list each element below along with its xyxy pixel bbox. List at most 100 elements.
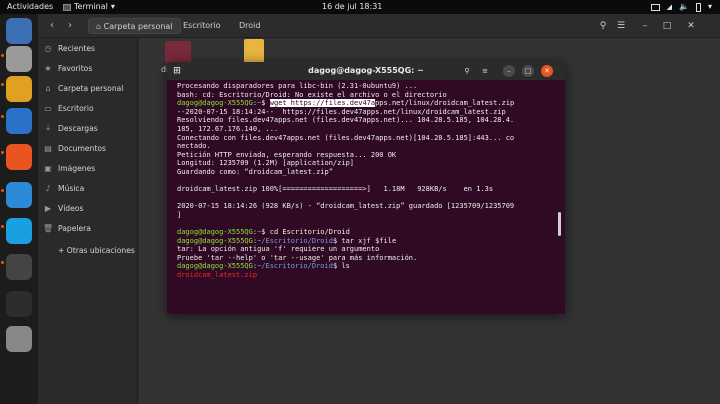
running-indicator xyxy=(1,225,4,228)
terminal-line: Guardando como: “droidcam_latest.zip” xyxy=(177,168,559,177)
minimize-icon[interactable]: – xyxy=(503,65,515,77)
new-tab-icon[interactable]: ⊞ xyxy=(171,65,183,77)
sidebar-item-label: Imágenes xyxy=(58,163,96,173)
terminal-title: dagog@dagog-X555QG: ~ xyxy=(308,66,424,75)
app-menu-label: Terminal xyxy=(74,2,108,11)
sidebar-item-label: Recientes xyxy=(58,43,95,53)
music-icon: ♪ xyxy=(45,183,51,193)
terminal-text: $ cd Escritorio/Droid xyxy=(261,228,350,237)
terminal-text: Procesando disparadores para libc-bin (2… xyxy=(177,82,418,90)
menu-icon[interactable]: ≡ xyxy=(479,65,491,77)
ubuntu-software-icon[interactable] xyxy=(6,144,32,170)
sidebar-item-label: Documentos xyxy=(58,143,106,153)
sidebar-item-label: Carpeta personal xyxy=(58,83,124,93)
terminal-text: dagog@dagog-X555QG xyxy=(177,99,253,108)
sidebar-item-label: Papelera xyxy=(58,223,91,233)
sidebar-item-label: Vídeos xyxy=(58,203,84,213)
search-icon[interactable]: ⚲ xyxy=(596,19,610,33)
close-icon[interactable]: ✕ xyxy=(541,65,553,77)
help-icon[interactable] xyxy=(6,182,32,208)
breadcrumb-home-label: Carpeta personal xyxy=(103,22,173,31)
battery-icon xyxy=(695,2,701,12)
sidebar-item-favoritos[interactable]: ★ Favoritos xyxy=(38,58,138,78)
download-icon: ⤓ xyxy=(46,123,50,132)
terminal-line: ] xyxy=(177,211,559,220)
breadcrumb-droid[interactable]: Droid xyxy=(232,18,267,34)
terminal-line: tar: La opción antigua 'f' requiere un a… xyxy=(177,245,559,254)
terminal-line: dagog@dagog-X555QG:~$ cd Escritorio/Droi… xyxy=(177,228,559,237)
dock xyxy=(0,14,38,404)
terminal-text: nectado. xyxy=(177,142,211,151)
sidebar-item-imagenes[interactable]: ▣ Imágenes xyxy=(38,158,138,178)
sidebar-item-musica[interactable]: ♪ Música xyxy=(38,178,138,198)
star-icon: ★ xyxy=(44,63,52,73)
terminal-output[interactable]: Procesando disparadores para libc-bin (2… xyxy=(177,82,559,280)
folder-icon[interactable] xyxy=(165,41,191,63)
terminal-line: Pruebe 'tar --help' o 'tar --usage' para… xyxy=(177,254,559,263)
zip-file-icon[interactable] xyxy=(244,39,264,63)
sidebar-item-documentos[interactable]: ▤ Documentos xyxy=(38,138,138,158)
app-menu[interactable]: Terminal ▾ xyxy=(63,0,115,14)
breadcrumb-home[interactable]: ⌂ Carpeta personal xyxy=(88,18,181,34)
chevron-down-icon: ▾ xyxy=(707,2,712,11)
breadcrumb-escritorio[interactable]: Escritorio xyxy=(176,18,228,34)
image-icon: ▣ xyxy=(44,163,52,173)
files-icon[interactable] xyxy=(6,46,32,72)
running-indicator xyxy=(1,189,4,192)
sidebar-item-papelera[interactable]: 🗑 Papelera xyxy=(38,218,138,238)
terminal-text: $ xyxy=(261,99,270,108)
libreoffice-writer-icon[interactable] xyxy=(6,108,32,134)
sidebar-item-recientes[interactable]: ◷ Recientes xyxy=(38,38,138,58)
sidebar-item-label: Música xyxy=(58,183,85,193)
terminal-text: Longitud: 1235709 (1.2M) [application/zi… xyxy=(177,159,355,168)
sidebar-item-home[interactable]: ⌂ Carpeta personal xyxy=(38,78,138,98)
thunderbird-icon[interactable] xyxy=(6,18,32,44)
skype-icon[interactable] xyxy=(6,218,32,244)
drive-icon[interactable] xyxy=(6,326,32,352)
rhythmbox-icon[interactable] xyxy=(6,76,32,102)
terminal-window[interactable]: dagog@dagog-X555QG: ~ ⊞ ⚲ ≡ – □ ✕ Proces… xyxy=(167,62,565,314)
terminal-text: droidcam_latest.zip xyxy=(177,271,258,280)
terminal-text: --2020-07-15 18:14:24-- https://files.de… xyxy=(177,107,506,116)
terminal-text: dagog@dagog-X555QG xyxy=(177,228,253,237)
sidebar-item-descargas[interactable]: ⤓ Descargas xyxy=(38,118,138,138)
terminal-text: pps.net/linux/droidcam_latest.zip xyxy=(375,99,515,108)
sidebar-item-escritorio[interactable]: ▭ Escritorio xyxy=(38,98,138,118)
back-icon[interactable]: ‹ xyxy=(44,19,60,33)
terminal-line: Longitud: 1235709 (1.2M) [application/zi… xyxy=(177,159,559,168)
activities-button[interactable]: Actividades xyxy=(7,0,53,14)
terminal-text: Conectando con files.dev47apps.net (file… xyxy=(177,133,515,142)
terminal-text: wget https://files.dev47a xyxy=(269,99,376,108)
sidebar-item-videos[interactable]: ▶ Vídeos xyxy=(38,198,138,218)
close-icon[interactable]: ✕ xyxy=(684,19,698,33)
system-tray[interactable]: ◢ 🔈 ▾ xyxy=(650,0,712,14)
terminal-icon xyxy=(63,3,71,11)
view-toggle-icon[interactable]: ☰ xyxy=(614,19,628,33)
sidebar-item-otras[interactable]: + Otras ubicaciones xyxy=(38,240,138,260)
terminal-line: droidcam_latest.zip 100%[===============… xyxy=(177,185,559,194)
home-icon: ⌂ xyxy=(45,83,51,93)
terminal-line: nectado. xyxy=(177,142,559,151)
webcam-icon[interactable] xyxy=(6,254,32,280)
terminal-scrollbar[interactable] xyxy=(558,212,561,236)
maximize-icon[interactable]: □ xyxy=(522,65,534,77)
terminal-text: $ ls xyxy=(332,262,350,271)
forward-icon[interactable]: › xyxy=(62,19,78,33)
minimize-icon[interactable]: – xyxy=(638,19,652,33)
terminal-text: bash: cd: Escritorio/Droid: No existe el… xyxy=(177,90,447,99)
terminal-icon[interactable] xyxy=(6,291,32,317)
sidebar-item-label: Favoritos xyxy=(58,63,93,73)
maximize-icon[interactable]: □ xyxy=(660,19,674,33)
sidebar-item-label: Descargas xyxy=(58,123,98,133)
search-icon[interactable]: ⚲ xyxy=(461,65,473,77)
terminal-line: 185, 172.67.176.140, ... xyxy=(177,125,559,134)
terminal-text: Guardando como: “droidcam_latest.zip” xyxy=(177,167,333,176)
screen-icon xyxy=(650,3,660,11)
clock[interactable]: 16 de jul 18:31 xyxy=(322,0,382,14)
terminal-text: ~/Escritorio/Droid xyxy=(257,236,333,245)
terminal-text: ~/Escritorio/Droid xyxy=(257,262,333,271)
chevron-down-icon: ▾ xyxy=(110,2,115,11)
terminal-text: $ tar xjf $file xyxy=(332,236,397,245)
